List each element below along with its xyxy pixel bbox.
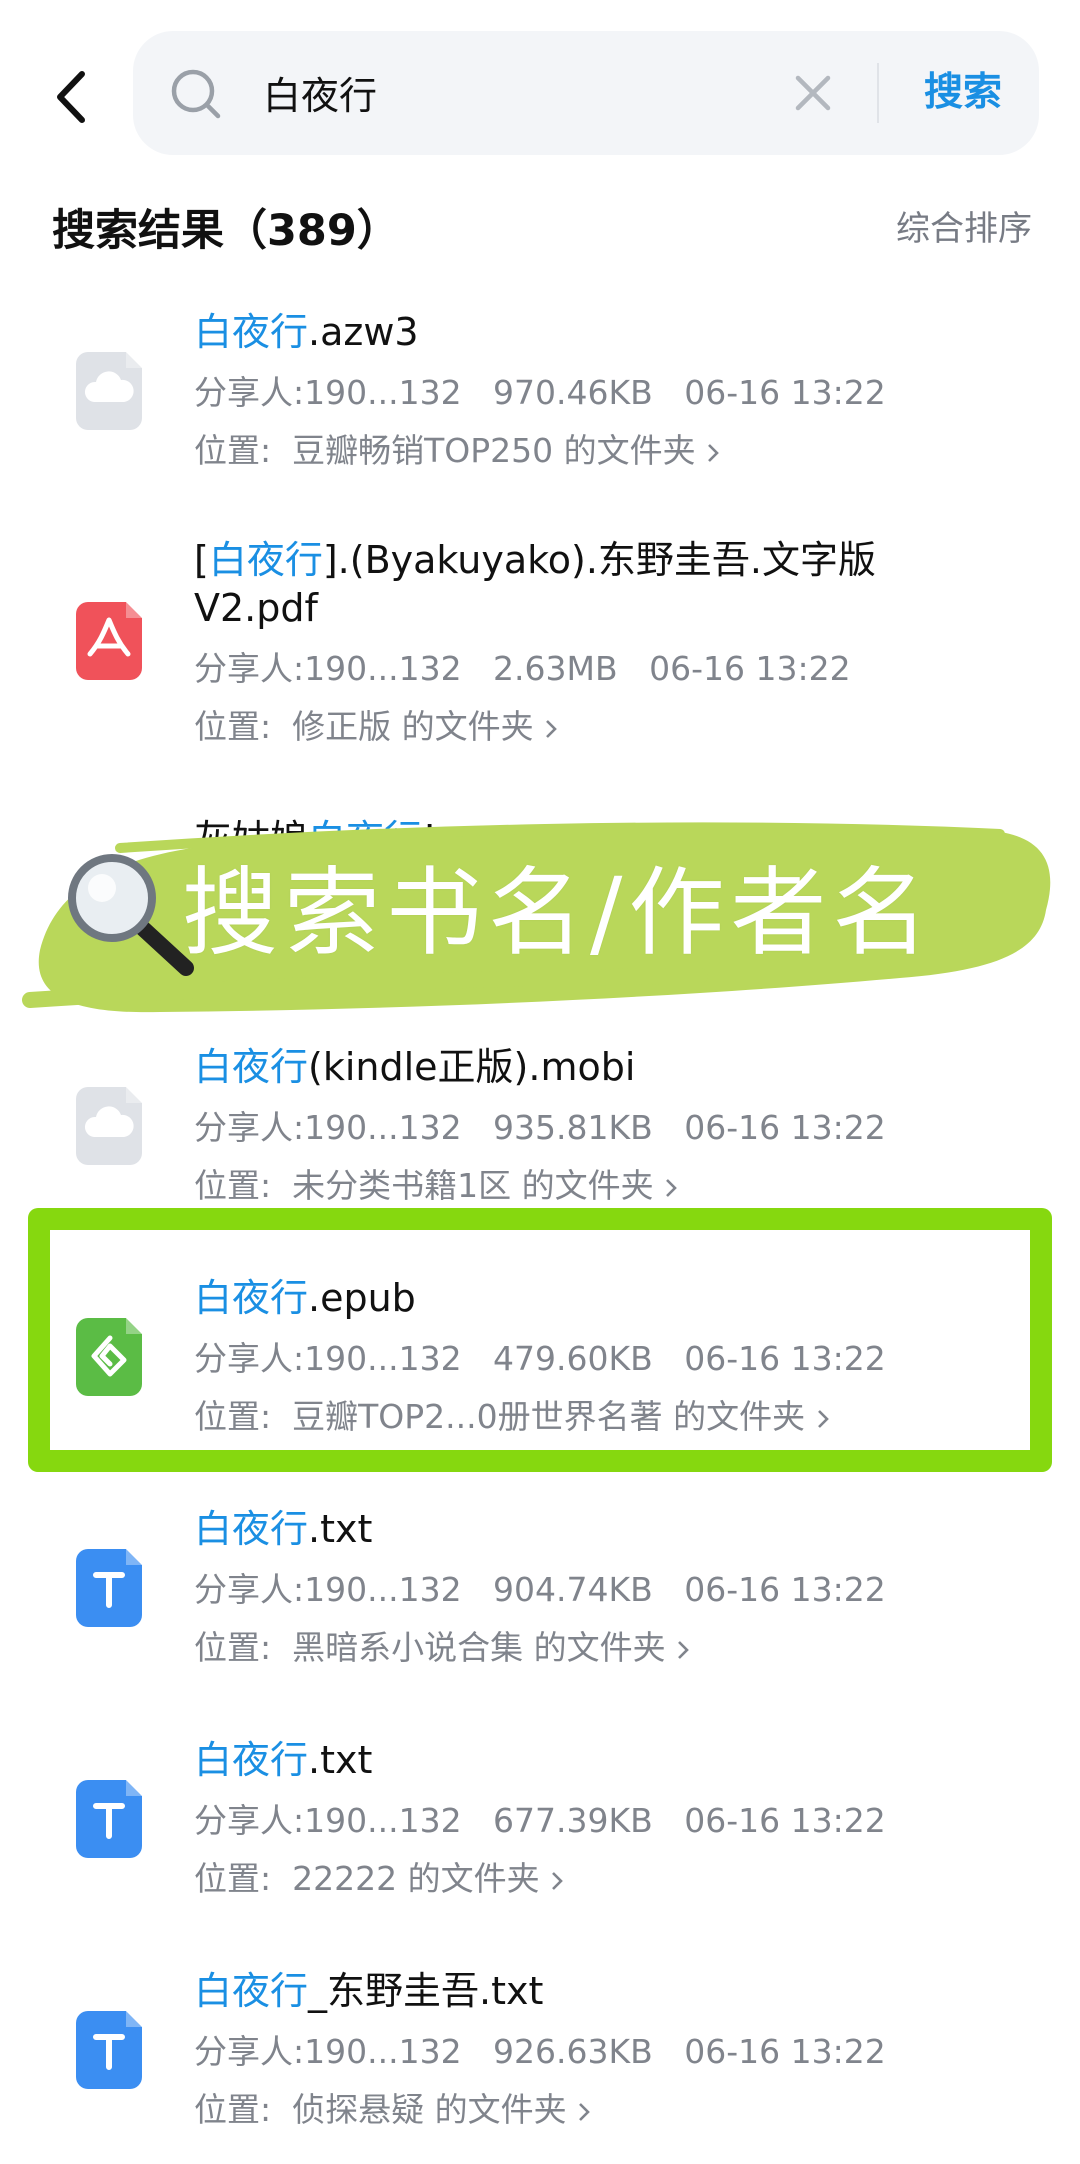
search-header: 搜索 — [0, 0, 1080, 170]
sort-button[interactable]: 综合排序 — [896, 201, 1032, 250]
promo-text: 搜索书名/作者名 — [182, 857, 935, 969]
file-name: 白夜行.txt — [194, 1507, 373, 1551]
file-location[interactable]: 位置: 22222 的文件夹 — [194, 1852, 564, 1900]
search-icon — [171, 69, 221, 119]
list-item[interactable]: 白夜行_东野圭吾.txt 分享人:190...132 926.63KB 06-1… — [0, 1959, 1080, 2149]
file-name: 白夜行.epub — [194, 1276, 416, 1320]
file-location[interactable]: 位置: 豆瓣畅销TOP250 的文件夹 — [194, 424, 720, 472]
chevron-right-icon — [666, 1178, 677, 1197]
file-meta: 分享人:190...132 926.63KB 06-16 13:22 — [194, 2032, 886, 2071]
magnifier-icon — [68, 854, 194, 976]
list-item[interactable]: 白夜行(kindle正版).mobi 分享人:190...132 935.81K… — [0, 1035, 1080, 1225]
file-location[interactable]: 位置: 侦探悬疑 的文件夹 — [194, 2083, 591, 2131]
search-box: 搜索 — [133, 31, 1039, 155]
file-location[interactable]: 位置: 修正版 的文件夹 — [194, 700, 558, 748]
chevron-left-icon — [57, 71, 85, 123]
file-name: 白夜行_东野圭吾.txt — [194, 1969, 544, 2013]
file-meta: 分享人:190...132 935.81KB 06-16 13:22 — [194, 1108, 886, 1147]
chevron-right-icon — [678, 1640, 689, 1659]
cloud-file-icon — [76, 1087, 142, 1165]
file-name: 白夜行.txt — [194, 1738, 373, 1782]
chevron-right-icon — [546, 719, 557, 738]
file-meta: 分享人:190...132 970.46KB 06-16 13:22 — [194, 373, 886, 412]
file-meta: 分享人:190...132 479.60KB 06-16 13:22 — [194, 1339, 886, 1378]
chevron-right-icon — [579, 2102, 590, 2121]
chevron-right-icon — [708, 443, 719, 462]
chevron-right-icon — [817, 1409, 829, 1428]
pdf-file-icon — [76, 602, 142, 680]
cloud-file-icon — [76, 352, 142, 430]
clear-icon[interactable] — [793, 73, 833, 113]
txt-file-icon — [76, 1549, 142, 1627]
file-meta: 分享人:190...132 677.39KB 06-16 13:22 — [194, 1801, 886, 1840]
chevron-right-icon — [552, 1871, 563, 1890]
file-meta: 分享人:190...132 904.74KB 06-16 13:22 — [194, 1570, 886, 1609]
list-item[interactable]: 白夜行.epub 分享人:190...132 479.60KB 06-16 13… — [0, 1266, 1080, 1456]
file-location[interactable]: 位置: 未分类书籍1区 的文件夹 — [194, 1159, 678, 1207]
file-location[interactable]: 位置: 豆瓣TOP2...0册世界名著 的文件夹 — [194, 1390, 830, 1438]
list-item[interactable]: 白夜行.txt 分享人:190...132 904.74KB 06-16 13:… — [0, 1497, 1080, 1687]
list-item[interactable]: 白夜行.azw3 分享人:190...132 970.46KB 06-16 13… — [0, 300, 1080, 490]
file-meta: 分享人:190...132 2.63MB 06-16 13:22 — [194, 649, 851, 688]
search-button[interactable]: 搜索 — [903, 61, 1023, 125]
list-item[interactable]: 白夜行.txt 分享人:190...132 677.39KB 06-16 13:… — [0, 1728, 1080, 1918]
results-title: 搜索结果（389） — [52, 206, 400, 256]
txt-file-icon — [76, 1780, 142, 1858]
search-input[interactable] — [263, 59, 783, 125]
back-button[interactable] — [44, 62, 104, 132]
search-divider — [877, 63, 879, 123]
file-name: 白夜行.azw3 — [194, 310, 419, 354]
epub-file-icon — [76, 1318, 142, 1396]
list-item[interactable]: [白夜行].(Byakuyako).东野圭吾.文字版V2.pdf 分享人:190… — [0, 530, 1080, 750]
file-name: [白夜行].(Byakuyako).东野圭吾.文字版V2.pdf — [194, 538, 876, 630]
file-name: 白夜行(kindle正版).mobi — [194, 1045, 636, 1089]
txt-file-icon — [76, 2011, 142, 2089]
file-location[interactable]: 位置: 黑暗系小说合集 的文件夹 — [194, 1621, 690, 1669]
